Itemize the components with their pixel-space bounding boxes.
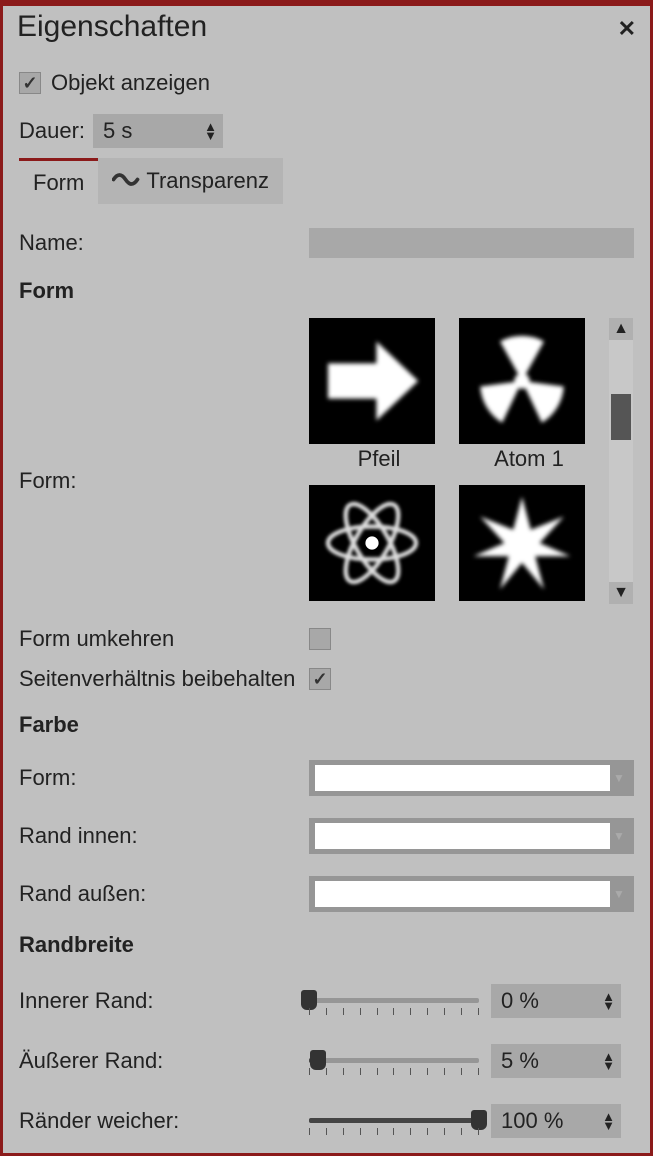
inner-border-label: Innerer Rand: — [19, 988, 309, 1014]
inner-border-slider[interactable] — [309, 986, 479, 1016]
invert-row: Form umkehren — [19, 626, 634, 652]
tab-form-label: Form — [33, 170, 84, 196]
inner-border-row: Innerer Rand: 0 % ▲▼ — [19, 984, 634, 1018]
form-gallery: Pfeil — [309, 318, 599, 604]
thumb-cell-atom1: Atom 1 — [459, 318, 599, 475]
scroll-up-icon[interactable]: ▲ — [613, 318, 629, 340]
tabs: Form Transparenz — [19, 158, 634, 204]
thumb-cell-burst — [459, 485, 599, 604]
color-form-row: Form: ▼ — [19, 760, 634, 796]
outer-border-label: Äußerer Rand: — [19, 1048, 309, 1074]
show-object-checkbox[interactable] — [19, 72, 41, 94]
color-inner-row: Rand innen: ▼ — [19, 818, 634, 854]
scroll-track[interactable] — [609, 340, 633, 582]
thumb-arrow[interactable] — [309, 318, 435, 444]
show-object-label: Objekt anzeigen — [51, 70, 210, 96]
outer-border-slider[interactable] — [309, 1046, 479, 1076]
color-inner-swatch — [315, 823, 610, 849]
thumb-atom1[interactable] — [459, 318, 585, 444]
panel-title: Eigenschaften — [17, 10, 207, 44]
chevron-down-icon: ▼ — [610, 771, 628, 785]
thumb-arrow-label: Pfeil — [309, 446, 449, 472]
soften-value: 100 % — [501, 1108, 563, 1134]
arrow-icon — [317, 326, 427, 436]
slider-thumb-icon[interactable] — [301, 990, 317, 1010]
aspect-row: Seitenverhältnis beibehalten — [19, 666, 634, 692]
duration-label: Dauer: — [19, 118, 85, 144]
panel-content: Objekt anzeigen Dauer: 5 s ▲▼ Form Trans… — [3, 54, 650, 1154]
scroll-down-icon[interactable]: ▼ — [613, 582, 629, 604]
slider-thumb-icon[interactable] — [471, 1110, 487, 1130]
spinner-buttons-icon[interactable]: ▲▼ — [602, 992, 615, 1010]
chevron-down-icon: ▼ — [610, 887, 628, 901]
border-section-heading: Randbreite — [19, 932, 634, 958]
titlebar: Eigenschaften ✕ — [3, 6, 650, 54]
thumb-atom2[interactable] — [309, 485, 435, 601]
aspect-checkbox[interactable] — [309, 668, 331, 690]
tab-transparency-label: Transparenz — [146, 168, 269, 194]
properties-panel: Eigenschaften ✕ Objekt anzeigen Dauer: 5… — [0, 0, 653, 1156]
name-row: Name: — [19, 228, 634, 258]
duration-spinner[interactable]: 5 s ▲▼ — [93, 114, 223, 148]
form-selector-label: Form: — [19, 428, 309, 494]
color-section-heading: Farbe — [19, 712, 634, 738]
form-gallery-row: Form: Pfeil — [19, 318, 634, 604]
thumb-atom1-label: Atom 1 — [459, 446, 599, 472]
color-inner-dropdown[interactable]: ▼ — [309, 818, 634, 854]
slider-thumb-icon[interactable] — [310, 1050, 326, 1070]
color-form-dropdown[interactable]: ▼ — [309, 760, 634, 796]
color-inner-label: Rand innen: — [19, 823, 309, 849]
thumb-burst[interactable] — [459, 485, 585, 601]
form-section-heading: Form — [19, 278, 634, 304]
outer-border-row: Äußerer Rand: 5 % ▲▼ — [19, 1044, 634, 1078]
thumb-cell-arrow: Pfeil — [309, 318, 449, 475]
soften-slider[interactable] — [309, 1106, 479, 1136]
soften-spinner[interactable]: 100 % ▲▼ — [491, 1104, 621, 1138]
name-input[interactable] — [309, 228, 634, 258]
invert-label: Form umkehren — [19, 626, 309, 652]
chevron-down-icon: ▼ — [610, 829, 628, 843]
color-outer-row: Rand außen: ▼ — [19, 876, 634, 912]
outer-border-value: 5 % — [501, 1048, 539, 1074]
atom-icon — [317, 488, 427, 598]
aspect-label: Seitenverhältnis beibehalten — [19, 666, 309, 692]
scroll-thumb[interactable] — [611, 394, 631, 440]
inner-border-spinner[interactable]: 0 % ▲▼ — [491, 984, 621, 1018]
show-object-row: Objekt anzeigen — [19, 70, 634, 96]
name-label: Name: — [19, 230, 309, 256]
color-outer-label: Rand außen: — [19, 881, 309, 907]
outer-border-spinner[interactable]: 5 % ▲▼ — [491, 1044, 621, 1078]
color-outer-swatch — [315, 881, 610, 907]
tab-transparency[interactable]: Transparenz — [98, 158, 283, 204]
burst-icon — [467, 488, 577, 598]
duration-row: Dauer: 5 s ▲▼ — [19, 114, 634, 148]
gallery-scrollbar[interactable]: ▲ ▼ — [609, 318, 633, 604]
spinner-buttons-icon[interactable]: ▲▼ — [602, 1112, 615, 1130]
tab-form[interactable]: Form — [19, 158, 98, 204]
soften-row: Ränder weicher: 100 % ▲▼ — [19, 1104, 634, 1138]
inner-border-value: 0 % — [501, 988, 539, 1014]
color-form-label: Form: — [19, 765, 309, 791]
invert-checkbox[interactable] — [309, 628, 331, 650]
gallery-wrap: Pfeil — [309, 318, 634, 604]
spinner-buttons-icon[interactable]: ▲▼ — [204, 122, 217, 140]
color-form-swatch — [315, 765, 610, 791]
soften-label: Ränder weicher: — [19, 1108, 309, 1134]
duration-value: 5 s — [103, 118, 132, 144]
spinner-buttons-icon[interactable]: ▲▼ — [602, 1052, 615, 1070]
thumb-cell-atom2 — [309, 485, 449, 604]
color-outer-dropdown[interactable]: ▼ — [309, 876, 634, 912]
wave-icon — [112, 166, 142, 196]
close-button[interactable]: ✕ — [618, 10, 636, 42]
radiation-icon — [467, 326, 577, 436]
